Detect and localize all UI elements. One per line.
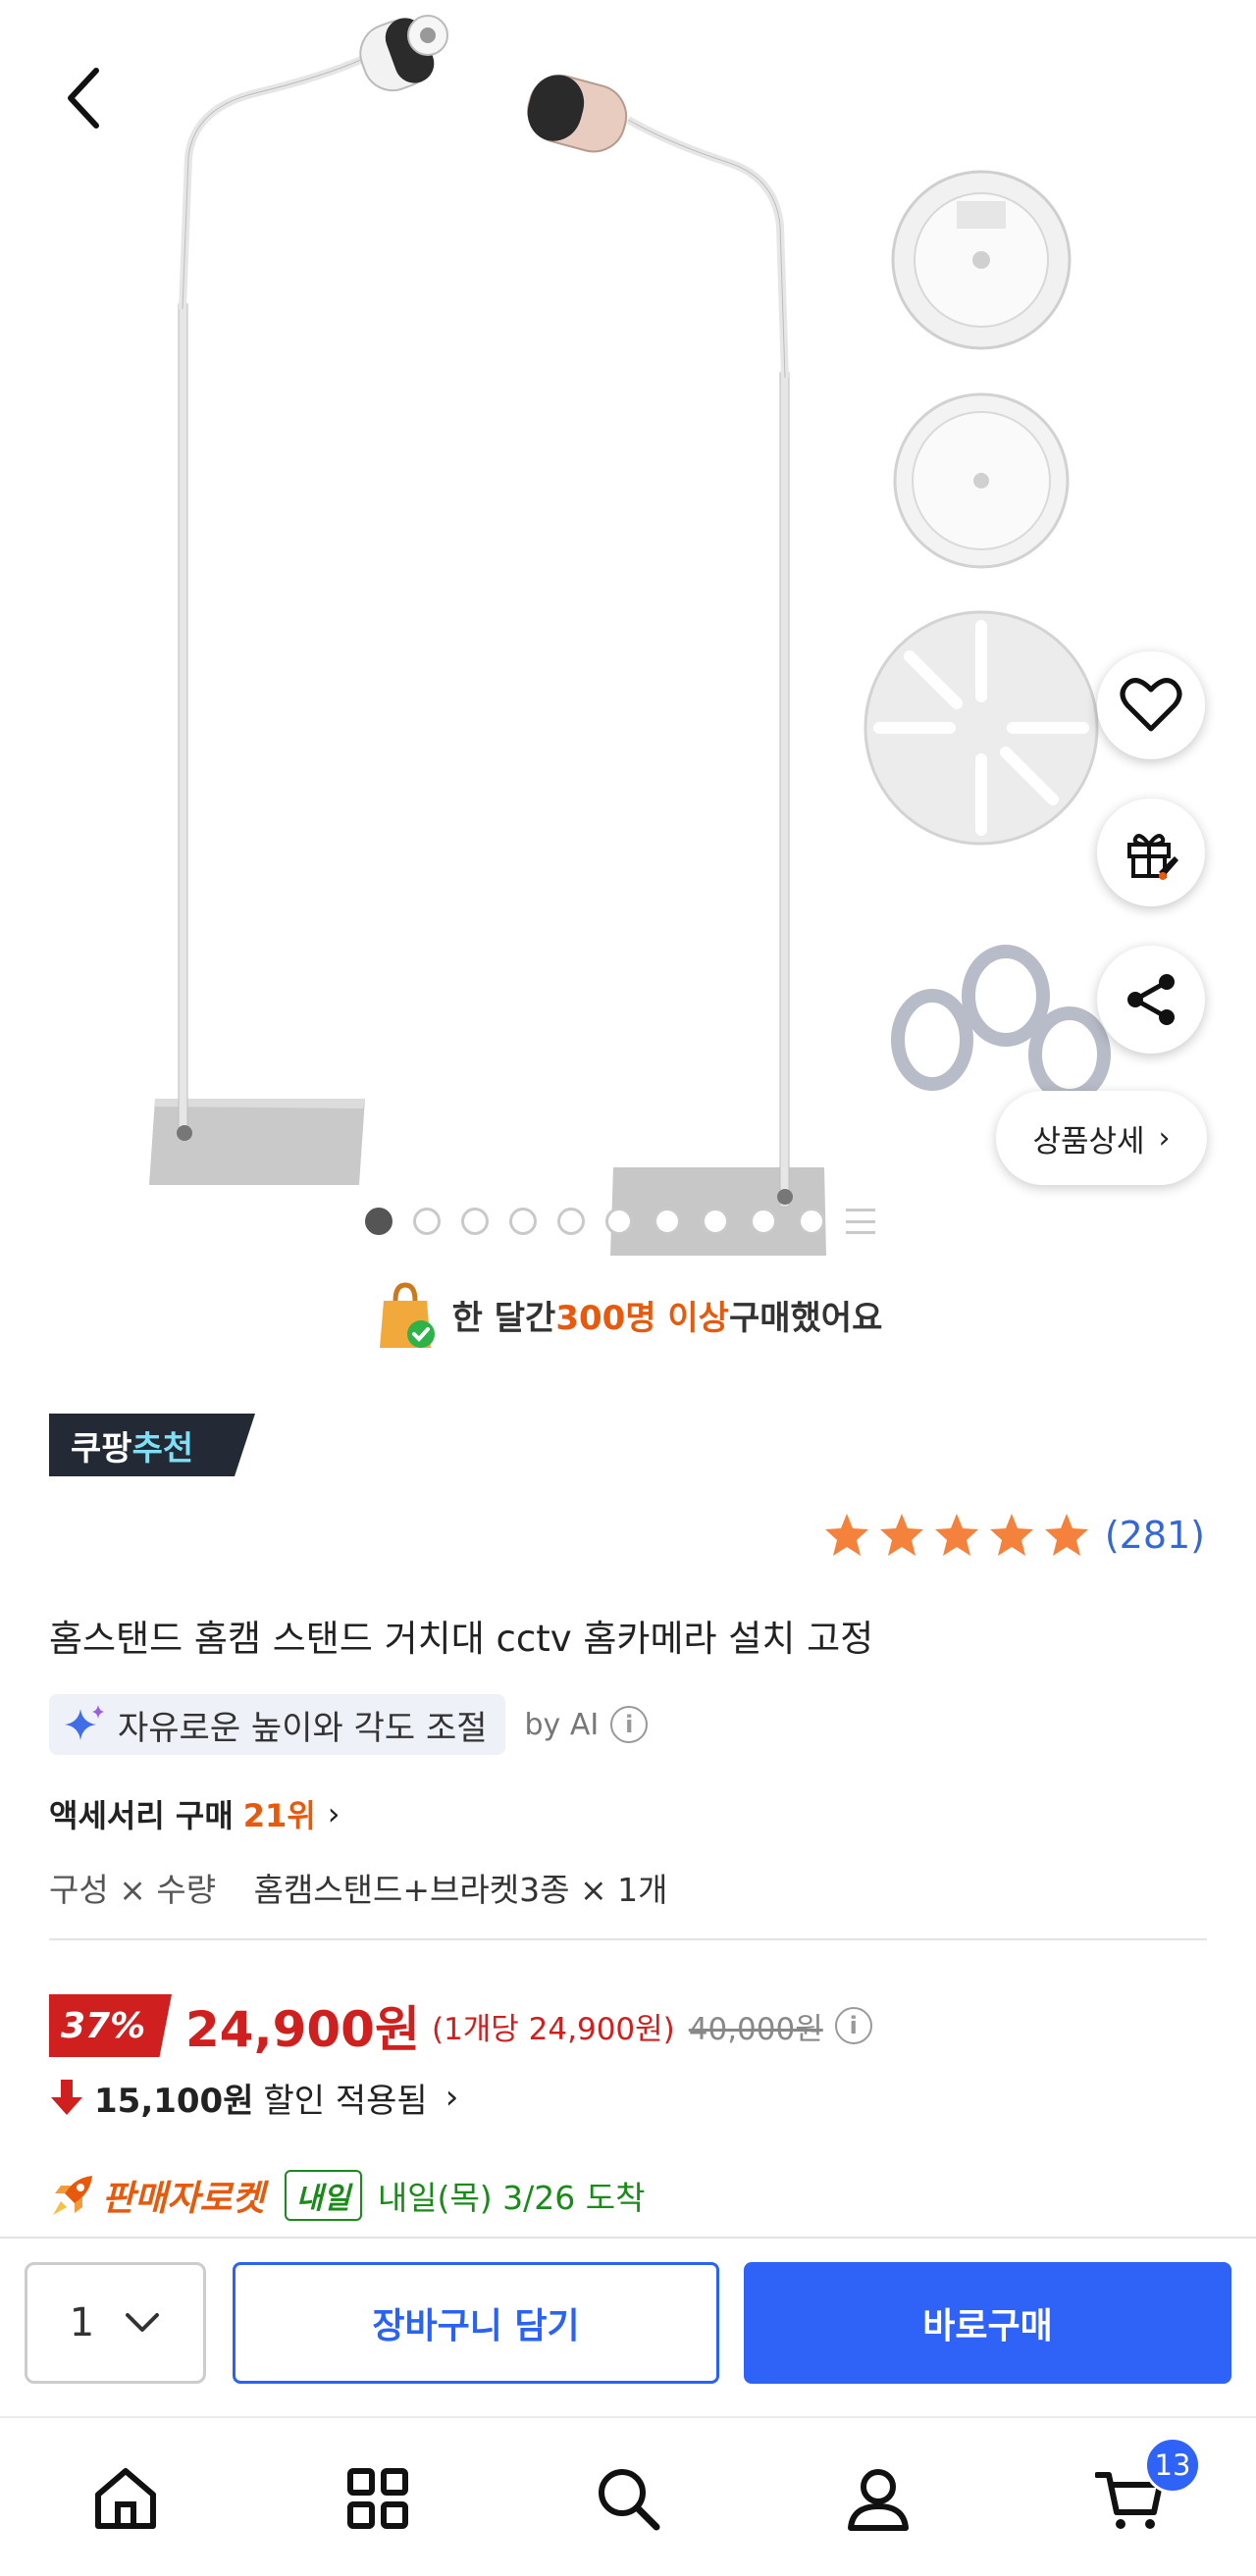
gift-button[interactable]: [1097, 799, 1205, 906]
star-icon: [824, 1514, 868, 1556]
share-icon: [1127, 974, 1175, 1025]
nav-my[interactable]: [839, 2459, 917, 2538]
star-icon: [934, 1514, 978, 1556]
pagination-dot[interactable]: [557, 1208, 585, 1235]
bottom-nav: [0, 2416, 1256, 2576]
quantity-select[interactable]: 1: [25, 2262, 206, 2384]
chevron-right-icon: ›: [327, 1795, 340, 1832]
pagination-dot[interactable]: [654, 1208, 681, 1235]
nav-category[interactable]: [339, 2459, 417, 2538]
ai-summary-chip: 자유로운 높이와 각도 조절: [49, 1694, 505, 1755]
chevron-right-icon: ›: [1158, 1120, 1171, 1156]
star-icon: [1044, 1514, 1088, 1556]
back-button[interactable]: [49, 59, 118, 137]
by-ai: by AI i: [525, 1706, 649, 1743]
product-detail-button[interactable]: 상품상세 ›: [996, 1091, 1207, 1185]
home-icon: [95, 2468, 156, 2529]
product-title: 홈스탠드 홈캠 스탠드 거치대 cctv 홈카메라 설치 고정: [49, 1618, 874, 1660]
pagination-dot[interactable]: [605, 1208, 633, 1235]
divider: [49, 1938, 1207, 1940]
coupon-discount[interactable]: 15,100원 할인 적용됨 ›: [49, 2070, 458, 2125]
ai-summary-text: 자유로운 높이와 각도 조절: [118, 1708, 488, 1748]
quantity-value: 1: [69, 2300, 95, 2345]
option-summary: 구성 × 수량 홈캠스탠드+브라켓3종 × 1개: [49, 1864, 667, 1911]
pagination-dot[interactable]: [461, 1208, 489, 1235]
share-button[interactable]: [1097, 946, 1205, 1054]
star-icon: [989, 1514, 1033, 1556]
category-icon: [347, 2468, 408, 2529]
chevron-down-icon: [126, 2313, 160, 2332]
delivery-day-badge: 내일: [284, 2170, 362, 2221]
pagination-dot[interactable]: [413, 1208, 441, 1235]
coupon-label: 할인 적용됨: [263, 2081, 428, 2121]
gift-rocket-icon: [1127, 834, 1178, 880]
price-info-icon[interactable]: i: [834, 2007, 872, 2044]
review-count[interactable]: (281): [1105, 1514, 1205, 1557]
original-price: 40,000원: [688, 2011, 823, 2047]
ai-summary-row: 자유로운 높이와 각도 조절 by AI i: [49, 1694, 649, 1755]
delivery-type: 판매자로켓: [102, 2179, 265, 2219]
chevron-left-icon: [68, 68, 99, 129]
pagination-dot[interactable]: [750, 1208, 777, 1235]
star-icon: [879, 1514, 923, 1556]
buy-now-label: 바로구매: [922, 2306, 1053, 2346]
pagination-dot[interactable]: [365, 1208, 392, 1235]
pagination-dot[interactable]: [509, 1208, 537, 1235]
rank-category: 액세서리 구매: [49, 1797, 234, 1834]
nav-home[interactable]: [86, 2459, 165, 2538]
discount-badge: 37%: [49, 1994, 172, 2057]
product-detail-label: 상품상세: [1032, 1123, 1145, 1159]
add-to-cart-button[interactable]: 장바구니 담기: [233, 2262, 719, 2384]
add-to-cart-label: 장바구니 담기: [372, 2306, 580, 2346]
sale-price: 24,900원: [185, 2001, 420, 2058]
buyers-banner: 한 달간 300명 이상 구매했어요: [0, 1275, 1256, 1354]
shopping-bag-icon: [379, 1282, 435, 1348]
pagination-dot[interactable]: [798, 1208, 825, 1235]
info-icon[interactable]: i: [610, 1706, 649, 1743]
gallery-pagination[interactable]: [365, 1207, 875, 1236]
product-image: [149, 15, 1111, 1256]
buyers-suffix: 구매했어요: [728, 1298, 883, 1338]
price-row: 37% 24,900원 (1개당 24,900원) 40,000원 i: [49, 1991, 872, 2060]
category-rank[interactable]: 액세서리 구매 21위 ›: [49, 1787, 340, 1840]
rocket-icon: [53, 2176, 92, 2215]
option-label: 구성 × 수량: [49, 1871, 217, 1909]
wishlist-button[interactable]: [1097, 651, 1205, 759]
by-ai-label: by AI: [524, 1707, 600, 1742]
product-detail-page: 상품상세 › 한 달간 300명 이상 구매했어요 쿠팡 추천 (281) 홈스…: [0, 0, 1256, 2576]
heart-icon: [1120, 678, 1182, 732]
recommend-part2: 추천: [131, 1428, 194, 1468]
rank-value: 21위: [242, 1797, 316, 1834]
coupang-recommend-badge: 쿠팡 추천: [49, 1414, 255, 1476]
sparkle-icon: [65, 1705, 104, 1740]
chevron-right-icon: ›: [445, 2078, 459, 2117]
down-arrow-icon: [51, 2080, 82, 2115]
recommend-part1: 쿠팡: [71, 1428, 132, 1468]
product-image-gallery[interactable]: 상품상세 ›: [0, 0, 1256, 1265]
cart-count-badge: 13: [1144, 2437, 1201, 2494]
pagination-dot[interactable]: [702, 1208, 729, 1235]
arrival-date: 내일(목) 3/26 도착: [377, 2179, 646, 2217]
buy-now-button[interactable]: 바로구매: [744, 2262, 1231, 2384]
delivery-info: 판매자로켓 내일 내일(목) 3/26 도착: [49, 2166, 645, 2225]
buyers-highlight: 300명 이상: [555, 1298, 729, 1338]
rating[interactable]: (281): [816, 1506, 1205, 1565]
purchase-bar: 1 장바구니 담기 바로구매: [0, 2237, 1256, 2413]
buyers-prefix: 한 달간: [451, 1298, 556, 1338]
gallery-more-icon[interactable]: [846, 1209, 875, 1234]
unit-price: (1개당 24,900원): [431, 2011, 675, 2047]
nav-search[interactable]: [589, 2459, 667, 2538]
search-icon: [599, 2469, 660, 2531]
my-icon: [848, 2469, 909, 2531]
coupon-amount: 15,100원: [94, 2081, 254, 2121]
option-value: 홈캠스탠드+브라켓3종 × 1개: [253, 1871, 668, 1909]
